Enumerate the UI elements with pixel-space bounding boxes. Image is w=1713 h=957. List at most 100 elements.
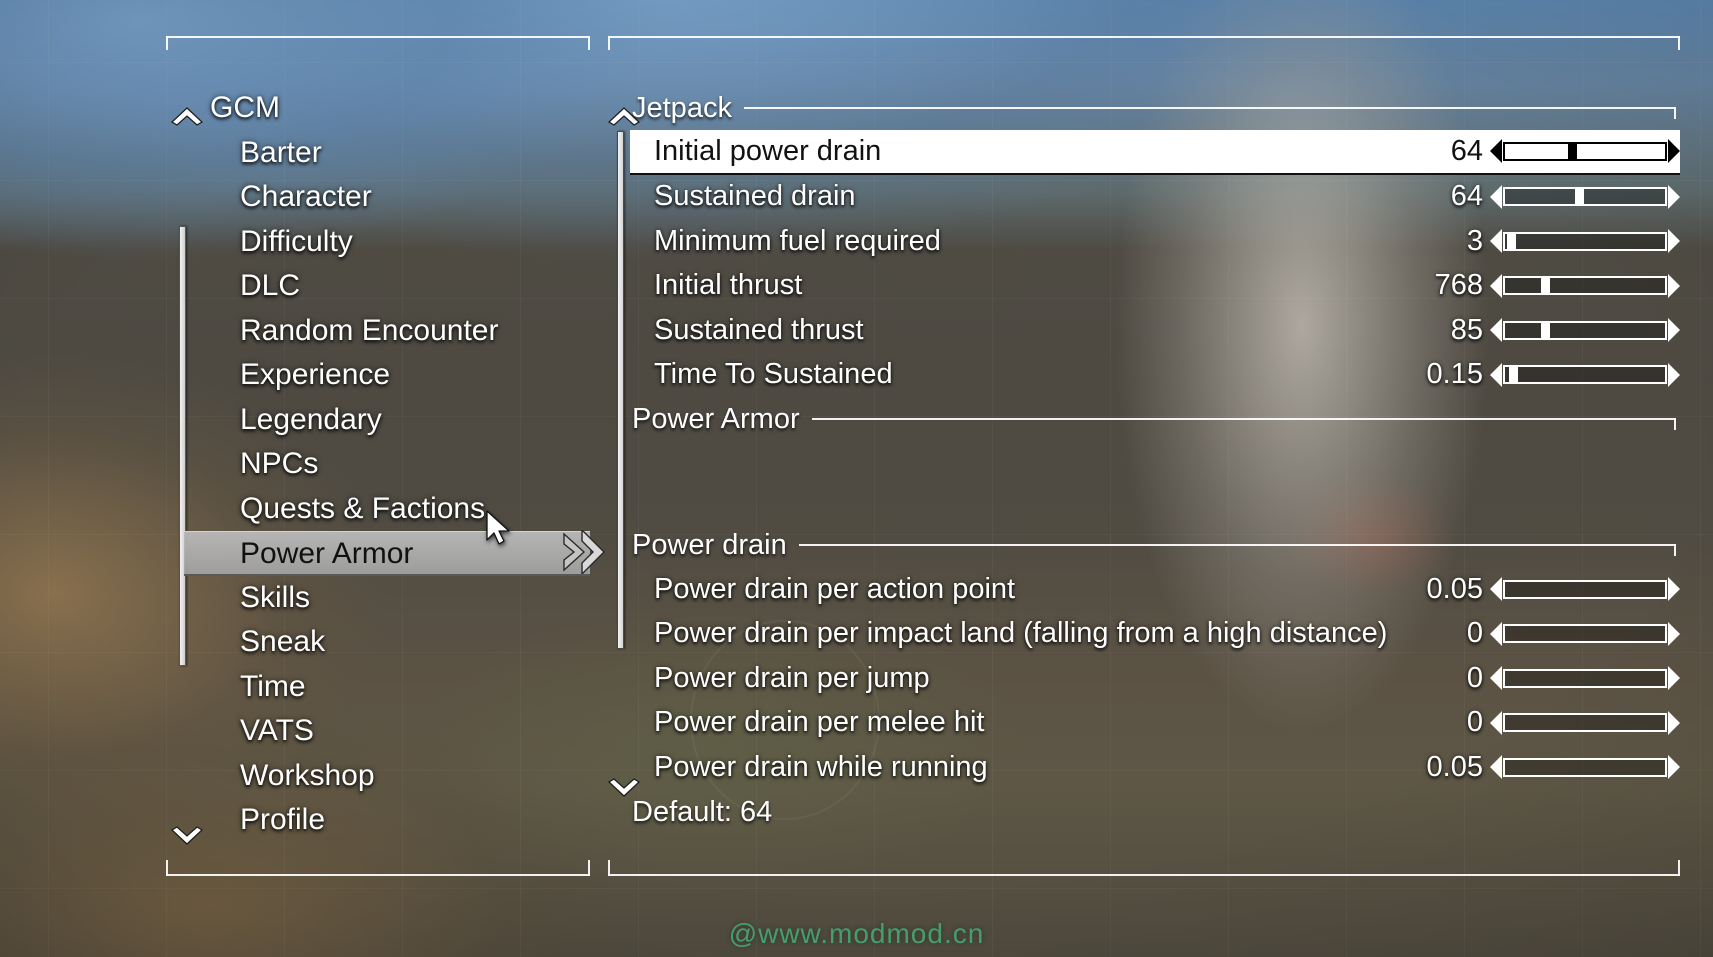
sidebar-item-label: Random Encounter [240, 313, 499, 347]
slider-knob[interactable] [1541, 322, 1550, 338]
setting-label: Power drain per jump [654, 661, 930, 694]
settings-section-gap [630, 441, 1680, 523]
slider-decrease-arrow-icon[interactable] [1490, 665, 1503, 691]
setting-row[interactable]: Power drain per melee hit 0 [630, 701, 1680, 746]
setting-row[interactable]: Minimum fuel required 3 [630, 219, 1680, 264]
sidebar-item-barter[interactable]: Barter [184, 131, 590, 176]
sidebar-frame-corner-bottom-left [166, 860, 168, 876]
setting-slider[interactable] [1490, 317, 1680, 343]
slider-increase-arrow-icon[interactable] [1667, 621, 1680, 647]
slider-track[interactable] [1503, 365, 1667, 385]
sidebar-item-vats[interactable]: VATS [184, 709, 590, 754]
slider-decrease-arrow-icon[interactable] [1490, 576, 1503, 602]
slider-increase-arrow-icon[interactable] [1667, 184, 1680, 210]
setting-slider[interactable] [1490, 710, 1680, 736]
sidebar-item-quests-factions[interactable]: Quests & Factions [184, 487, 590, 532]
setting-slider[interactable] [1490, 184, 1680, 210]
setting-slider[interactable] [1490, 362, 1680, 388]
sidebar-item-profile[interactable]: Profile [184, 798, 590, 843]
setting-slider[interactable] [1490, 228, 1680, 254]
sidebar-item-difficulty[interactable]: Difficulty [184, 220, 590, 265]
chevron-down-icon[interactable] [607, 778, 641, 798]
sidebar-item-legendary[interactable]: Legendary [184, 398, 590, 443]
setting-row[interactable]: Initial thrust 768 [630, 264, 1680, 309]
slider-knob[interactable] [1541, 278, 1550, 294]
slider-increase-arrow-icon[interactable] [1667, 576, 1680, 602]
slider-increase-arrow-icon[interactable] [1667, 138, 1680, 164]
settings-scrollbar-thumb[interactable] [617, 131, 624, 649]
sidebar-item-random-encounter[interactable]: Random Encounter [184, 309, 590, 354]
slider-increase-arrow-icon[interactable] [1667, 710, 1680, 736]
setting-slider[interactable] [1490, 138, 1680, 164]
default-value-hint: Default: 64 [632, 796, 773, 828]
slider-track[interactable] [1503, 713, 1667, 733]
settings-frame-corner-bottom-right [1678, 860, 1680, 876]
slider-increase-arrow-icon[interactable] [1667, 228, 1680, 254]
settings-section-header: Power Armor [630, 397, 1680, 441]
slider-decrease-arrow-icon[interactable] [1490, 273, 1503, 299]
slider-decrease-arrow-icon[interactable] [1490, 621, 1503, 647]
setting-row[interactable]: Power drain per impact land (falling fro… [630, 612, 1680, 657]
setting-slider[interactable] [1490, 273, 1680, 299]
setting-row[interactable]: Initial power drain 64 [630, 130, 1680, 175]
slider-decrease-arrow-icon[interactable] [1490, 184, 1503, 210]
slider-track[interactable] [1503, 579, 1667, 599]
sidebar-item-experience[interactable]: Experience [184, 353, 590, 398]
setting-row[interactable]: Power drain per action point 0.05 [630, 567, 1680, 612]
settings-section-title: Power drain [632, 528, 787, 561]
setting-row[interactable]: Time To Sustained 0.15 [630, 353, 1680, 398]
slider-track[interactable] [1503, 668, 1667, 688]
sidebar-item-label: GCM [210, 91, 280, 124]
sidebar-item-workshop[interactable]: Workshop [184, 754, 590, 799]
setting-value: 0 [1466, 617, 1483, 650]
setting-label: Sustained thrust [654, 313, 864, 346]
slider-decrease-arrow-icon[interactable] [1490, 138, 1503, 164]
setting-row[interactable]: Power drain per jump 0 [630, 656, 1680, 701]
slider-increase-arrow-icon[interactable] [1667, 665, 1680, 691]
setting-value: 0 [1466, 706, 1483, 739]
settings-section-title: Power Armor [632, 402, 800, 435]
sidebar-item-time[interactable]: Time [184, 665, 590, 710]
sidebar-item-npcs[interactable]: NPCs [184, 442, 590, 487]
slider-track[interactable] [1503, 757, 1667, 777]
slider-increase-arrow-icon[interactable] [1667, 362, 1680, 388]
sidebar-item-power-armor[interactable]: Power Armor [184, 531, 590, 576]
setting-slider[interactable] [1490, 665, 1680, 691]
slider-track[interactable] [1503, 141, 1667, 161]
slider-decrease-arrow-icon[interactable] [1490, 317, 1503, 343]
setting-row[interactable]: Sustained drain 64 [630, 175, 1680, 220]
slider-decrease-arrow-icon[interactable] [1490, 754, 1503, 780]
slider-decrease-arrow-icon[interactable] [1490, 710, 1503, 736]
sidebar-item-label: Experience [240, 358, 391, 391]
slider-decrease-arrow-icon[interactable] [1490, 362, 1503, 388]
settings-section-rule [743, 107, 1677, 119]
sidebar-item-root-gcm[interactable]: GCM [184, 86, 590, 131]
setting-slider[interactable] [1490, 754, 1680, 780]
slider-track[interactable] [1503, 624, 1667, 644]
slider-increase-arrow-icon[interactable] [1667, 273, 1680, 299]
setting-slider[interactable] [1490, 576, 1680, 602]
slider-increase-arrow-icon[interactable] [1667, 754, 1680, 780]
sidebar-item-label: Time [240, 669, 306, 703]
slider-increase-arrow-icon[interactable] [1667, 317, 1680, 343]
slider-decrease-arrow-icon[interactable] [1490, 228, 1503, 254]
sidebar-item-label: Profile [240, 803, 326, 836]
sidebar-item-sneak[interactable]: Sneak [184, 620, 590, 665]
slider-track[interactable] [1503, 231, 1667, 251]
sidebar-item-skills[interactable]: Skills [184, 576, 590, 621]
chevron-down-icon[interactable] [170, 826, 204, 846]
setting-row[interactable]: Sustained thrust 85 [630, 308, 1680, 353]
setting-slider[interactable] [1490, 621, 1680, 647]
slider-knob[interactable] [1507, 233, 1517, 249]
slider-track[interactable] [1503, 187, 1667, 207]
sidebar-item-label: Barter [240, 135, 322, 169]
setting-row[interactable]: Power drain while running 0.05 [630, 745, 1680, 790]
slider-track[interactable] [1503, 276, 1667, 296]
sidebar-item-character[interactable]: Character [184, 175, 590, 220]
slider-track[interactable] [1503, 320, 1667, 340]
slider-knob[interactable] [1509, 367, 1518, 383]
slider-knob[interactable] [1568, 143, 1578, 159]
setting-label: Power drain while running [654, 750, 988, 783]
sidebar-item-dlc[interactable]: DLC [184, 264, 590, 309]
slider-knob[interactable] [1574, 189, 1584, 205]
